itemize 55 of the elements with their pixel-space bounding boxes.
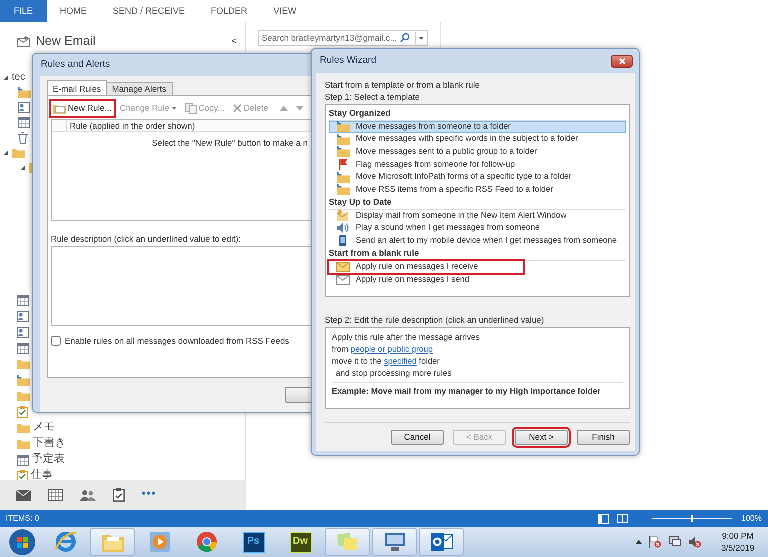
instruction-text: Start from a template or from a blank rule	[325, 79, 481, 91]
template-item[interactable]: Send an alert to my mobile device when I get messages from someone	[329, 234, 626, 248]
new-email-button[interactable]: New Email	[36, 34, 96, 48]
step-label: Step 1: Select a template	[325, 91, 421, 103]
template-item[interactable]: Move RSS items from a specific RSS Feed to a folder	[329, 183, 626, 196]
taskbar-button[interactable]: Ps	[231, 528, 276, 556]
folder-item[interactable]: 予定表	[32, 453, 65, 467]
template-item[interactable]: Display mail from someone in the New Item Alert Window	[329, 210, 626, 222]
collapse-button[interactable]: <	[232, 36, 237, 46]
value-link[interactable]: people or public group	[350, 344, 434, 354]
folder-item[interactable]: 仕事	[31, 469, 53, 483]
template-item[interactable]: Play a sound when I get messages from someone	[329, 222, 626, 235]
template-item[interactable]: Apply rule on messages I send	[329, 273, 626, 286]
template-item[interactable]: Move messages sent to a public group to a folder	[329, 146, 626, 158]
group-heading: Stay Up to Date	[329, 196, 626, 210]
value-link[interactable]: specified	[384, 356, 417, 366]
description-line: Apply this rule after the message arrives	[332, 331, 482, 343]
empty-message: Select the "New Rule" button to make a n	[151, 137, 309, 148]
folder-item[interactable]: 下書き	[33, 437, 66, 451]
ribbon-tab[interactable]: SEND / RECEIVE	[100, 0, 198, 22]
tab[interactable]: Manage Alerts	[106, 82, 173, 95]
column-header: Rule (applied in the order shown)	[69, 120, 196, 131]
group-heading: Start from a blank rule	[329, 247, 626, 261]
template-item[interactable]: Apply rule on messages I receive	[329, 260, 523, 274]
clock-date[interactable]: 3/5/2019	[721, 542, 755, 554]
example-text: Example: Move mail from my manager to my High Importance folder	[332, 382, 623, 397]
step-label: Step 2: Edit the rule description (click an underlined value)	[325, 314, 546, 326]
folder-item[interactable]: メモ	[33, 421, 55, 435]
ribbon-tab[interactable]: VIEW	[260, 0, 310, 22]
ribbon-tab[interactable]: HOME	[47, 0, 100, 22]
template-item[interactable]: Move messages from someone to a folder	[329, 120, 626, 134]
taskbar-button[interactable]: Dw	[278, 528, 323, 556]
ribbon-tab[interactable]: FOLDER	[198, 0, 261, 22]
dialog-button[interactable]: Cancel	[391, 430, 444, 445]
description-line: move it to the specified folder	[332, 355, 441, 367]
zoom-level: 100%	[742, 514, 762, 524]
ribbon-tab[interactable]: FILE	[0, 0, 48, 22]
description-line: and stop processing more rules	[335, 367, 453, 379]
window-title: Rules and Alerts	[41, 59, 110, 71]
template-item[interactable]: Move messages with specific words in the subject to a folder	[329, 133, 626, 146]
more-button[interactable]: •••	[142, 488, 157, 502]
item-count: ITEMS: 0	[6, 514, 40, 524]
account-name[interactable]: tec	[12, 72, 26, 84]
dialog-button[interactable]: Finish	[577, 430, 630, 445]
dialog-button[interactable]: Next >	[515, 430, 568, 445]
checkbox-label: Enable rules on all messages downloaded from RSS Feeds	[65, 336, 290, 346]
search-field[interactable]: Search bradleymartyn13@gmail.c...	[258, 30, 428, 46]
tab[interactable]: E-mail Rules	[47, 80, 108, 95]
clock-time[interactable]: 9:00 PM	[722, 530, 754, 542]
template-item[interactable]: Move Microsoft InfoPath forms of a specific type to a folder	[329, 170, 626, 184]
window-title: Rules Wizard	[320, 55, 376, 67]
new-rule-button[interactable]: New Rule...	[51, 101, 114, 116]
template-item[interactable]: Flag messages from someone for follow-up	[329, 158, 626, 171]
description-line: from people or public group	[332, 343, 434, 355]
description-label: Rule description (click an underlined value to edit):	[51, 234, 242, 244]
